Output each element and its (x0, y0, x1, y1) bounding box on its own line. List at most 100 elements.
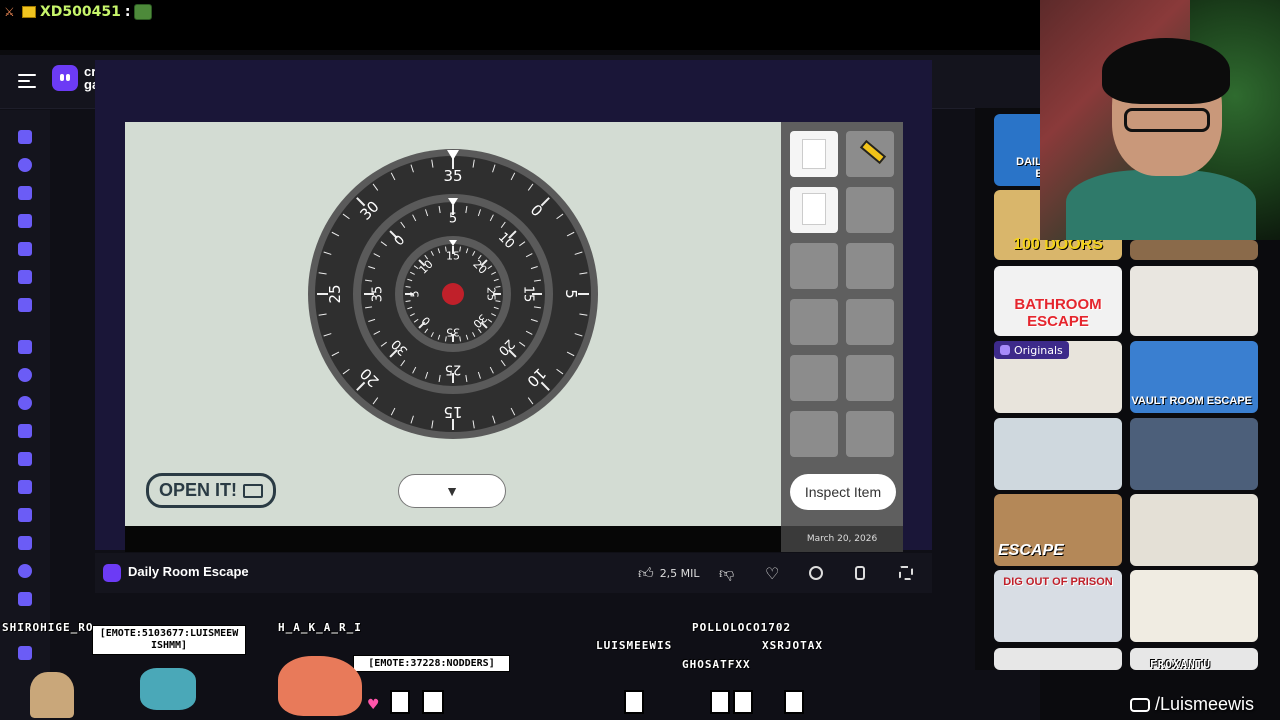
card-icon (802, 193, 826, 225)
chat-username: POLLOLOCO1702 (692, 621, 792, 634)
chat-username: GHOSATFXX (682, 658, 751, 671)
embed-icon (809, 566, 823, 580)
dislike-button[interactable]: 👎︎ (719, 562, 734, 584)
recent-icon[interactable] (18, 158, 32, 172)
thumb-room-game[interactable] (1130, 240, 1258, 260)
combination-dial[interactable]: 35051015202530 51015202530350152025303505… (125, 122, 781, 526)
dial-number-outer: 25 (326, 284, 344, 303)
adventure-icon[interactable] (18, 368, 32, 382)
open-it-button[interactable]: OPEN IT! (146, 473, 276, 508)
sword-icon: ⚔ (4, 5, 15, 19)
mobile-button[interactable] (855, 562, 865, 584)
dial-number-middle: 5 (449, 212, 457, 227)
embed-button[interactable] (809, 562, 823, 584)
stream-user-badge: ⚔ XD500451 : (4, 4, 153, 20)
thumb-partial[interactable] (994, 648, 1122, 670)
character-sprite (422, 690, 444, 714)
inventory-slot-flashlight[interactable] (846, 131, 894, 177)
hamburger-menu-icon[interactable] (18, 72, 36, 90)
dial-number-middle: 35 (371, 286, 386, 303)
fullscreen-button[interactable] (899, 562, 913, 584)
inventory-slot[interactable] (790, 355, 838, 401)
streamer-glasses (1124, 108, 1210, 132)
car-icon[interactable] (18, 536, 32, 550)
down-arrow-button[interactable]: ▼ (398, 474, 506, 508)
inventory-slot-note[interactable] (790, 131, 838, 177)
heart-icon: ♡ (765, 563, 780, 583)
crown-icon (22, 6, 36, 18)
trending-icon[interactable] (18, 214, 32, 228)
inventory-slot[interactable] (846, 299, 894, 345)
like-count: 2,5 MIL (659, 566, 700, 580)
tag-icon[interactable] (18, 646, 32, 660)
multiplayer-icon[interactable] (18, 298, 32, 312)
inventory-slot[interactable] (790, 299, 838, 345)
thumbs-down-icon: 👎︎ (719, 563, 735, 582)
thumb-astronaut-escape[interactable] (1130, 418, 1258, 490)
note-paper-icon (802, 139, 826, 169)
dial-number-inner: 5 (409, 291, 422, 298)
inventory-slot[interactable] (846, 411, 894, 457)
inventory-slot[interactable] (790, 411, 838, 457)
dial-number-outer: 35 (443, 167, 462, 185)
thumb-design-house-escape[interactable] (1130, 570, 1258, 642)
inventory-slot[interactable] (846, 187, 894, 233)
inventory-slot-card[interactable] (790, 187, 838, 233)
game-canvas[interactable]: 35 0 5 10 15 20 25 30 5 10 15 20 25 30 35 0 15 20 25 30 35 0 5… (125, 122, 781, 526)
puzzle-icon[interactable] (18, 424, 32, 438)
dial-number-middle: 25 (445, 362, 462, 377)
dial-center-button[interactable] (442, 283, 464, 305)
character-sprite (710, 690, 730, 714)
originals-icon[interactable] (18, 270, 32, 284)
controller-icon[interactable] (18, 592, 32, 606)
creature-sprite (140, 668, 196, 710)
thumb-bathroom-escape[interactable]: BATHROOM ESCAPE (994, 266, 1122, 336)
heart-sprite-icon: ♥ (367, 697, 380, 713)
originals-label: Originals (1014, 343, 1063, 357)
streamer-hair (1102, 38, 1230, 104)
new-icon[interactable] (18, 186, 32, 200)
inspect-item-button[interactable]: Inspect Item (790, 474, 896, 510)
updated-icon[interactable] (18, 242, 32, 256)
dial-number-inner: 25 (485, 287, 498, 301)
chat-emote-message: [EMOTE:5103677:LUISMEEWISHMM] (92, 625, 246, 655)
thumb-label: ESCAPE (998, 542, 1064, 559)
character-sprite (784, 690, 804, 714)
thumb-room-escape-white[interactable] (1130, 266, 1258, 336)
driving-icon[interactable] (18, 564, 32, 578)
originals-icon (1000, 345, 1010, 355)
like-button[interactable]: 👍︎ 2,5 MIL (638, 562, 700, 584)
character-sprite (733, 690, 753, 714)
basketball-icon[interactable] (18, 396, 32, 410)
thumb-label: DIG OUT OF PRISON (1003, 576, 1113, 588)
clicker-icon[interactable] (18, 452, 32, 466)
game-logo-icon (103, 564, 121, 582)
stream-username: XD500451 (40, 4, 121, 20)
dragon-sprite (278, 656, 362, 716)
shooting-icon[interactable] (18, 508, 32, 522)
inventory-slot[interactable] (846, 243, 894, 289)
thumb-vault-room-escape[interactable]: VAULT ROOM ESCAPE (1130, 341, 1258, 413)
game-title: Daily Room Escape (128, 564, 249, 579)
favorite-button[interactable]: ♡ (765, 562, 779, 584)
dial-number-outer: 5 (562, 289, 580, 299)
youtube-watermark: /Luismeewis (1130, 694, 1254, 715)
thumb-elevator-escape[interactable] (994, 418, 1122, 490)
stream-separator: : (124, 4, 131, 20)
originals-badge: Originals (994, 341, 1069, 359)
inventory-slot[interactable] (846, 355, 894, 401)
thumb-shelf-room[interactable] (1130, 494, 1258, 566)
casual-icon[interactable] (18, 480, 32, 494)
fullscreen-icon (899, 566, 913, 580)
home-icon[interactable] (18, 130, 32, 144)
inventory-slot[interactable] (790, 243, 838, 289)
game-info-bar: Daily Room Escape 👍︎ 2,5 MIL 👎︎ ♡ (95, 553, 932, 593)
thumb-dig-out-of-prison[interactable]: DIG OUT OF PRISON (994, 570, 1122, 642)
flashlight-icon (859, 139, 887, 165)
stream-top-bar: ⚔ XD500451 : (0, 0, 1040, 50)
ostrich-sprite (30, 672, 74, 718)
thumb-escape-shelves[interactable]: ESCAPE (994, 494, 1122, 566)
dial-number-inner: 15 (446, 250, 460, 263)
action-icon[interactable] (18, 340, 32, 354)
open-it-label: OPEN IT! (158, 480, 237, 500)
